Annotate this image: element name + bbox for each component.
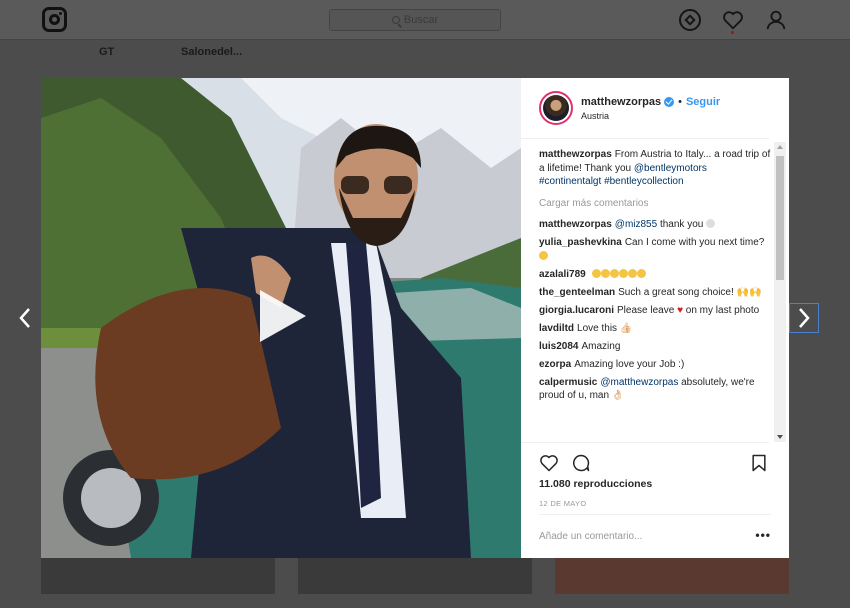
comment-text: on my last photo [685,304,760,316]
add-comment-section: Añade un comentario... ••• [539,514,771,558]
bookmark-icon[interactable] [749,453,769,473]
grid-thumbnail[interactable] [41,558,275,594]
comment-item: matthewzorpas @miz855 thank you [539,218,771,232]
search-bar[interactable]: Buscar [329,9,501,31]
action-bar [521,442,769,482]
heart-emoji-icon: ♥ [677,304,683,316]
emoji-icon [539,250,548,260]
comment-username[interactable]: luis2084 [539,341,578,352]
play-icon[interactable] [256,288,308,344]
emoji-icon [609,268,619,278]
heart-icon[interactable] [722,9,744,31]
caption-hashtag[interactable]: #bentleycollection [604,176,684,187]
user-icon[interactable] [765,9,787,31]
background-header: Buscar [0,0,850,40]
post-header: matthewzorpas • Seguir Austria [521,78,769,139]
caption-mention[interactable]: @bentleymotors [634,163,707,174]
post-video[interactable] [41,78,521,558]
search-placeholder: Buscar [403,14,439,26]
chevron-left-icon [19,308,30,328]
comment-item: lavdiltd Love this 👍🏻 [539,322,771,336]
comment-text: thank you [659,219,704,230]
scroll-up-icon[interactable] [777,145,783,149]
highlight-label-gt[interactable]: GT [99,46,114,58]
comment-text: Amazing love your Job :) [574,358,685,370]
emoji-icon [591,268,601,278]
emoji-icon [600,268,610,278]
comment-item: giorgia.lucaroni Please leave ♥ on my las… [539,304,771,318]
comment-item: luis2084 Amazing [539,340,771,354]
post-location[interactable]: Austria [581,111,720,121]
comment-text: Amazing [581,340,621,352]
comment-item: ezorpa Amazing love your Job :) [539,358,771,372]
search-icon [391,16,400,24]
post-modal: matthewzorpas • Seguir Austria matthewzo… [41,78,789,558]
comment-username[interactable]: lavdiltd [539,323,574,334]
emoji-icon [618,268,628,278]
comment-text: Such a great song choice! 🙌🙌 [618,286,762,298]
comment-username[interactable]: giorgia.lucaroni [539,305,614,316]
compass-icon[interactable] [679,9,701,31]
view-count: 11.080 reproducciones [539,478,653,490]
like-icon[interactable] [539,453,559,473]
chevron-right-icon [799,308,810,328]
comment-username[interactable]: azalali789 [539,269,586,280]
separator-dot: • [678,95,682,108]
load-more-comments-button[interactable]: Cargar más comentarios [539,197,771,211]
grid-thumbnail[interactable] [555,558,789,594]
caption-username[interactable]: matthewzorpas [539,149,612,160]
comment-username[interactable]: yulia_pashevkina [539,237,622,248]
avatar[interactable] [539,91,573,125]
highlight-label-salone[interactable]: Salonedel... [181,46,242,58]
scroll-thumb[interactable] [776,156,784,280]
notification-dot [731,31,734,34]
comment-icon[interactable] [571,453,591,473]
comment-username[interactable]: matthewzorpas [539,219,612,230]
comment-item: calpermusic @matthewzorpas absolutely, we… [539,376,771,403]
comment-username[interactable]: ezorpa [539,359,571,370]
post-username[interactable]: matthewzorpas [581,96,661,108]
comment-item: yulia_pashevkina Can I come with you next… [539,236,771,263]
post-sidebar: matthewzorpas • Seguir Austria matthewzo… [521,78,789,558]
instagram-logo-icon[interactable] [42,7,67,32]
caption-hashtag[interactable]: #continentalgt [539,176,601,187]
comment-item: azalali789 [539,268,771,282]
comment-username[interactable]: the_genteelman [539,287,615,298]
comment-username[interactable]: calpermusic [539,377,597,388]
scroll-down-icon[interactable] [777,435,783,439]
comments-list: matthewzorpas From Austria to Italy... a … [539,148,771,442]
add-comment-input[interactable]: Añade un comentario... [539,531,642,542]
previous-post-button[interactable] [10,303,40,333]
next-post-button[interactable] [789,303,819,333]
follow-button[interactable]: Seguir [686,96,720,108]
comment-item: the_genteelman Such a great song choice! … [539,286,771,300]
comment-mention[interactable]: @miz855 [615,219,657,230]
comment-text: Love this 👍🏻 [577,322,633,334]
grid-thumbnail[interactable] [298,558,532,594]
comment-text: Can I come with you next time? [624,237,765,248]
emoji-icon [706,219,716,228]
verified-icon [664,96,675,107]
comment-text: Please leave [617,304,675,316]
caption: matthewzorpas From Austria to Italy... a … [539,148,771,189]
more-options-button[interactable]: ••• [755,528,771,546]
post-date[interactable]: 12 DE MAYO [539,499,586,508]
comments-scrollbar[interactable] [774,142,786,442]
emoji-icon [636,268,646,278]
emoji-icon [627,268,637,278]
comment-mention[interactable]: @matthewzorpas [600,377,678,388]
